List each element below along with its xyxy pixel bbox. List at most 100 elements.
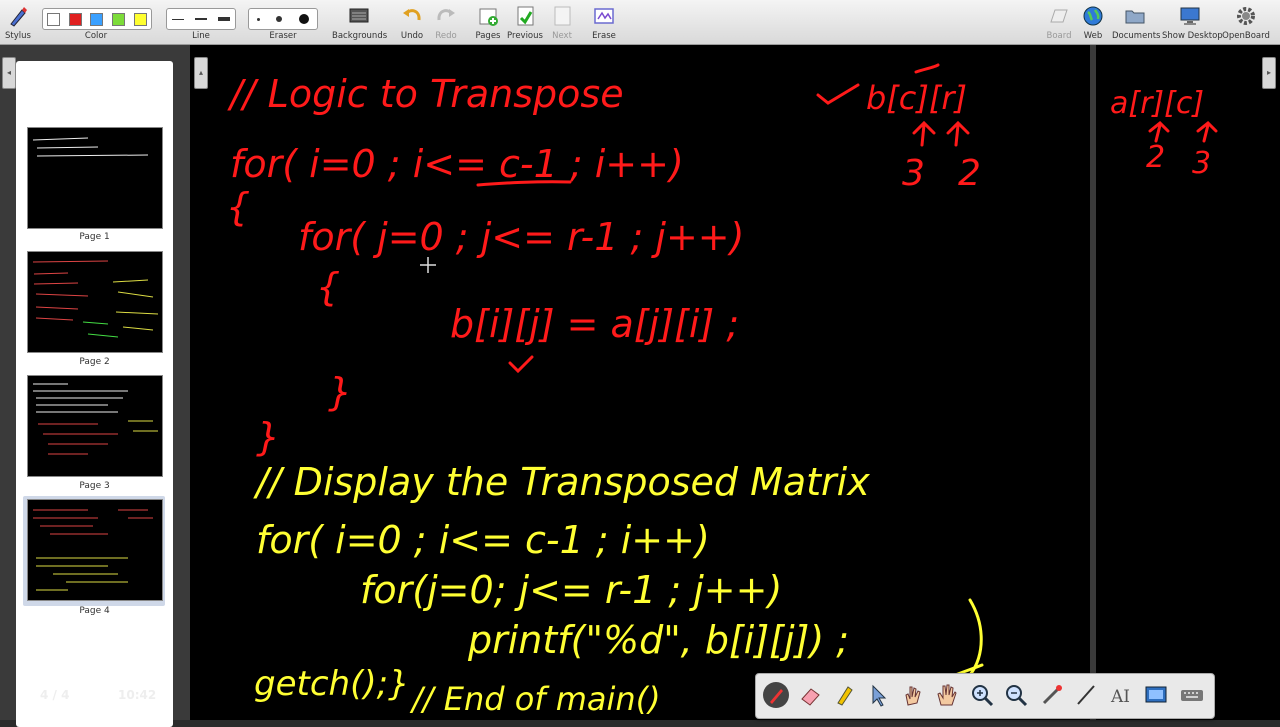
page-thumbnails-list: Page 1 Page 2 Page 3 Page 4 bbox=[16, 61, 173, 727]
yellow-line-for-i: for( i=0 ; i<= c-1 ; i++) bbox=[256, 518, 710, 562]
line-thin-option[interactable] bbox=[172, 18, 185, 20]
side-ink-marks bbox=[1148, 120, 1218, 143]
color-swatch-white[interactable] bbox=[47, 12, 61, 26]
pages-panel: ◂ Page 1 Page 2 Page 3 Page 4 bbox=[0, 45, 190, 727]
page-3-preview bbox=[33, 383, 158, 455]
yellow-ink-marks bbox=[948, 598, 984, 679]
redo-button[interactable]: Redo bbox=[430, 0, 462, 44]
erase-board-icon bbox=[594, 8, 614, 24]
line-width-picker[interactable]: Line bbox=[166, 0, 236, 44]
whiteboard-canvas[interactable]: ▴ // Logic to Transpose for( i=0 ; i<= c… bbox=[190, 45, 1090, 720]
capture-screen-icon[interactable] bbox=[1142, 681, 1170, 709]
documents-button[interactable]: Documents bbox=[1112, 0, 1160, 44]
virtual-keyboard-icon[interactable] bbox=[1178, 681, 1206, 709]
up-arrow-mark bbox=[1148, 120, 1170, 143]
red-note-b-c-r: b[c][r] bbox=[866, 79, 967, 117]
draw-line-icon[interactable] bbox=[1072, 681, 1100, 709]
page-1-preview bbox=[32, 137, 149, 157]
page-thumbnail[interactable] bbox=[27, 375, 163, 477]
secondary-board[interactable]: ▸ a[r][c] 2 3 bbox=[1096, 45, 1280, 720]
redo-icon bbox=[437, 9, 455, 21]
add-page-icon bbox=[479, 8, 498, 26]
clock: 10:42 bbox=[118, 688, 157, 702]
yellow-line-for-j: for(j=0; j<= r-1 ; j++) bbox=[360, 568, 782, 612]
backgrounds-button[interactable]: Backgrounds bbox=[332, 0, 387, 44]
line-medium-option[interactable] bbox=[194, 18, 207, 20]
line-thick-option[interactable] bbox=[217, 17, 230, 21]
zoom-out-icon[interactable] bbox=[1002, 681, 1030, 709]
text-tool-icon[interactable]: AI bbox=[1108, 681, 1136, 709]
up-arrow-mark bbox=[912, 120, 936, 147]
zoom-in-icon[interactable] bbox=[968, 681, 996, 709]
page-thumbnail[interactable] bbox=[27, 127, 163, 229]
paren-stroke bbox=[968, 598, 983, 677]
page-2-preview bbox=[32, 260, 159, 338]
side-handwritten-notes: a[r][c] 2 3 bbox=[1110, 86, 1218, 181]
color-swatch-yellow[interactable] bbox=[133, 12, 147, 26]
collapse-panel-handle[interactable]: ◂ bbox=[2, 57, 16, 89]
up-arrow-mark bbox=[1196, 120, 1218, 143]
main-toolbar: Stylus Color Line Eraser Backgrounds Und… bbox=[0, 0, 1280, 45]
interact-hand-icon[interactable] bbox=[898, 681, 926, 709]
red-line-brace: { bbox=[226, 185, 250, 229]
undo-icon bbox=[403, 9, 421, 21]
stylus-button[interactable]: Stylus bbox=[2, 0, 34, 44]
eraser-size-options bbox=[248, 8, 318, 30]
backgrounds-icon bbox=[349, 8, 369, 23]
page-caption: Page 1 bbox=[79, 232, 110, 242]
red-line-assignment: b[i][j] = a[j][i] ; bbox=[450, 302, 739, 346]
eraser-tool-icon[interactable] bbox=[796, 681, 824, 709]
erase-button[interactable]: Erase bbox=[588, 0, 620, 44]
eraser-small-option[interactable] bbox=[257, 17, 261, 21]
color-swatch-green[interactable] bbox=[112, 12, 126, 26]
check-mark bbox=[508, 355, 534, 374]
gear-icon bbox=[1237, 7, 1255, 25]
page-4-preview bbox=[33, 509, 153, 591]
red-note-3: 3 bbox=[902, 153, 925, 194]
side-note-a-r-c: a[r][c] bbox=[1110, 86, 1204, 121]
web-button[interactable]: Web bbox=[1078, 0, 1108, 44]
previous-page-button[interactable]: Previous bbox=[506, 0, 544, 44]
undo-button[interactable]: Undo bbox=[396, 0, 428, 44]
pages-button[interactable]: Pages bbox=[472, 0, 504, 44]
up-arrow-mark bbox=[946, 120, 970, 147]
laser-pointer-icon[interactable] bbox=[1038, 681, 1066, 709]
board-icon bbox=[1050, 9, 1068, 23]
color-swatch-red[interactable] bbox=[68, 12, 82, 26]
eraser-size-picker[interactable]: Eraser bbox=[248, 0, 318, 44]
page-thumbnail[interactable] bbox=[27, 499, 163, 601]
svg-text:AI: AI bbox=[1110, 687, 1130, 707]
yellow-line-end-comment: // End of main() bbox=[409, 680, 661, 718]
board-button[interactable]: Board bbox=[1044, 0, 1074, 44]
pen-tool-icon[interactable] bbox=[762, 681, 790, 709]
yellow-line-printf: printf("%d", b[i][j]) ; bbox=[467, 618, 849, 662]
color-picker[interactable]: Color bbox=[40, 0, 152, 44]
eraser-large-option[interactable] bbox=[298, 14, 309, 24]
red-line-comment: // Logic to Transpose bbox=[227, 72, 624, 116]
color-swatch-blue[interactable] bbox=[90, 12, 104, 26]
stylus-icon bbox=[10, 7, 27, 27]
check-mark bbox=[816, 83, 860, 105]
next-page-button[interactable]: Next bbox=[546, 0, 578, 44]
previous-page-icon bbox=[517, 6, 534, 26]
status-bar: 4 / 4 10:42 bbox=[16, 688, 173, 706]
page-counter: 4 / 4 bbox=[40, 688, 70, 702]
red-line-brace: } bbox=[256, 415, 280, 459]
crosshair-cursor-icon bbox=[420, 257, 436, 273]
red-line-brace: } bbox=[328, 370, 352, 414]
stylus-palette: AI bbox=[755, 673, 1215, 719]
show-desktop-button[interactable]: Show Desktop bbox=[1162, 0, 1223, 44]
red-line-brace: { bbox=[316, 265, 340, 309]
red-note-2: 2 bbox=[958, 153, 981, 194]
eraser-medium-option[interactable] bbox=[276, 16, 283, 22]
pan-hand-icon[interactable] bbox=[932, 681, 960, 709]
yellow-line-comment: // Display the Transposed Matrix bbox=[253, 460, 870, 504]
next-page-icon bbox=[554, 6, 571, 26]
openboard-menu-button[interactable]: OpenBoard bbox=[1220, 0, 1272, 44]
page-thumbnail[interactable] bbox=[27, 251, 163, 353]
page-caption: Page 2 bbox=[79, 357, 110, 367]
scribble-mark bbox=[914, 63, 940, 74]
selector-arrow-icon[interactable] bbox=[864, 681, 892, 709]
highlighter-tool-icon[interactable] bbox=[830, 681, 858, 709]
red-line-for-i: for( i=0 ; i<= c-1 ; i++) bbox=[230, 142, 684, 186]
